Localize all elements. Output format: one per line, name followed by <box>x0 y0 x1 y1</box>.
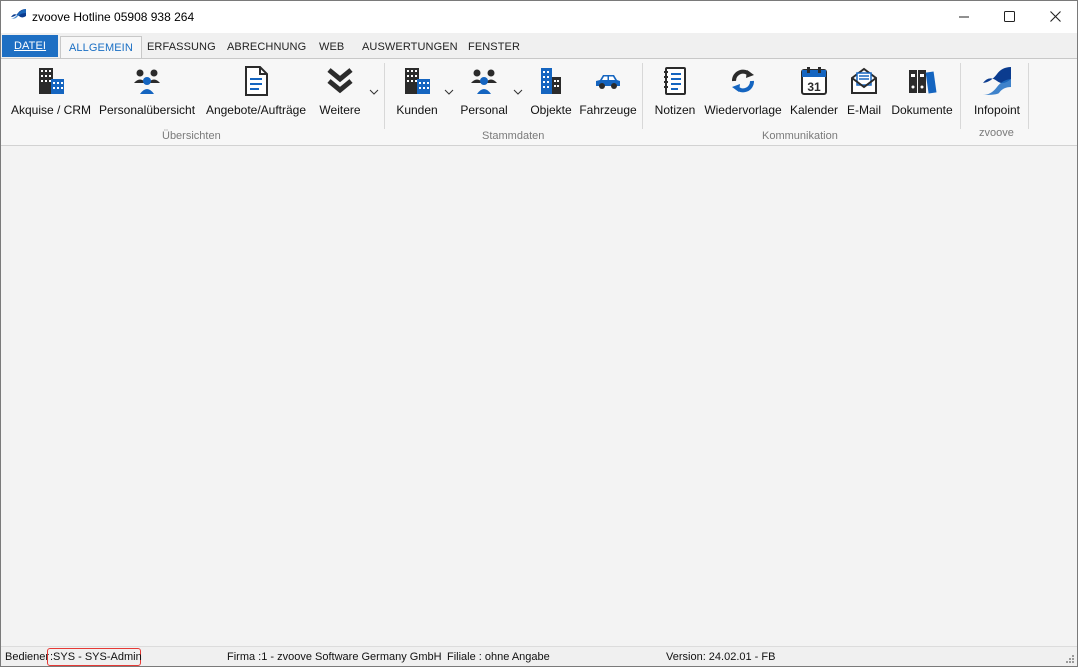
akquise-crm-button[interactable]: Akquise / CRM <box>9 63 93 123</box>
people-group-icon <box>134 69 160 94</box>
people-group-icon <box>471 69 497 94</box>
window-title: zvoove Hotline 05908 938 264 <box>32 10 195 24</box>
mdi-workspace[interactable] <box>1 147 1077 646</box>
tab-web[interactable]: WEB <box>311 36 352 58</box>
double-chevron-down-icon <box>327 68 353 94</box>
close-icon <box>1049 11 1061 22</box>
group-separator <box>384 63 385 129</box>
refresh-arrows-icon <box>732 69 754 93</box>
personal-button[interactable]: Personal <box>458 63 510 123</box>
tab-fenster[interactable]: FENSTER <box>460 36 528 58</box>
status-version: Version: 24.02.01 - FB <box>666 651 776 663</box>
resize-grip-icon[interactable] <box>1064 653 1074 663</box>
zvoove-app-icon <box>11 9 26 24</box>
dokumente-button[interactable]: Dokumente <box>889 63 955 123</box>
tab-datei[interactable]: DATEI <box>2 35 59 57</box>
minimize-button[interactable] <box>941 1 987 32</box>
notizen-label: Notizen <box>654 103 696 117</box>
status-firma: Firma :1 - zvoove Software Germany GmbH <box>227 651 442 663</box>
objekte-button[interactable]: Objekte <box>528 63 574 123</box>
personal-dropdown-icon[interactable] <box>513 88 523 96</box>
minimize-icon <box>959 16 969 17</box>
infopoint-button[interactable]: Infopoint <box>968 63 1026 123</box>
title-bar[interactable]: zvoove Hotline 05908 938 264 <box>1 1 1077 33</box>
personaluebersicht-label: Personalübersicht <box>98 103 196 117</box>
tab-erfassung[interactable]: ERFASSUNG <box>139 36 224 58</box>
maximize-button[interactable] <box>986 1 1032 32</box>
group-label-kommunikation: Kommunikation <box>762 130 838 142</box>
close-button[interactable] <box>1032 1 1078 32</box>
envelope-icon <box>851 67 877 94</box>
personal-label: Personal <box>460 103 508 117</box>
office-tower-icon <box>541 68 561 94</box>
weitere-dropdown-icon[interactable] <box>369 88 379 96</box>
weitere-button[interactable]: Weitere <box>315 63 365 123</box>
zvoove-logo-icon <box>983 67 1011 95</box>
status-bar: Bediener :SYS - SYS-Admin Firma :1 - zvo… <box>1 646 1077 666</box>
building-icon <box>405 68 430 94</box>
group-label-uebersichten: Übersichten <box>162 130 221 142</box>
ribbon-tab-bar: DATEI ALLGEMEIN ERFASSUNG ABRECHNUNG WEB… <box>1 33 1077 59</box>
dokumente-label: Dokumente <box>891 103 953 117</box>
car-icon <box>596 75 620 89</box>
infopoint-label: Infopoint <box>973 103 1021 117</box>
wiedervorlage-label: Wiedervorlage <box>704 103 782 117</box>
angebote-auftraege-label: Angebote/Aufträge <box>205 103 307 117</box>
group-label-stammdaten: Stammdaten <box>482 130 545 142</box>
weitere-label: Weitere <box>319 103 361 117</box>
wiedervorlage-button[interactable]: Wiedervorlage <box>702 63 784 123</box>
kunden-label: Kunden <box>396 103 438 117</box>
status-filiale: Filiale : ohne Angabe <box>447 651 550 663</box>
group-label-zvoove: zvoove <box>979 127 1014 139</box>
app-window: zvoove Hotline 05908 938 264 DATEI ALLGE… <box>0 0 1078 667</box>
group-separator <box>960 63 961 129</box>
fahrzeuge-label: Fahrzeuge <box>579 103 637 117</box>
binders-icon <box>909 70 937 94</box>
group-separator <box>642 63 643 129</box>
status-user-label: Bediener <box>5 651 50 663</box>
objekte-label: Objekte <box>530 103 572 117</box>
kunden-button[interactable]: Kunden <box>392 63 442 123</box>
building-icon <box>39 68 64 94</box>
kunden-dropdown-icon[interactable] <box>444 88 454 96</box>
tab-allgemein[interactable]: ALLGEMEIN <box>60 36 142 59</box>
kalender-label: Kalender <box>789 103 839 117</box>
calendar-icon: 31 <box>801 67 827 95</box>
tab-abrechnung[interactable]: ABRECHNUNG <box>219 36 314 58</box>
ribbon-panel: Akquise / CRM Personalübersicht Angebote… <box>1 58 1077 146</box>
document-icon <box>245 66 268 96</box>
kalender-button[interactable]: 31 Kalender <box>789 63 839 123</box>
calendar-day-text: 31 <box>807 80 821 94</box>
fahrzeuge-button[interactable]: Fahrzeuge <box>579 63 637 123</box>
notepad-icon <box>664 67 686 95</box>
group-separator <box>1028 63 1029 129</box>
tab-auswertungen[interactable]: AUSWERTUNGEN <box>354 36 466 58</box>
notizen-button[interactable]: Notizen <box>651 63 699 123</box>
maximize-icon <box>1003 11 1015 22</box>
email-button[interactable]: E-Mail <box>844 63 884 123</box>
status-user-value: :SYS - SYS-Admin <box>50 651 142 663</box>
angebote-auftraege-button[interactable]: Angebote/Aufträge <box>202 63 310 123</box>
akquise-crm-label: Akquise / CRM <box>10 103 92 117</box>
personaluebersicht-button[interactable]: Personalübersicht <box>97 63 197 123</box>
email-label: E-Mail <box>846 103 881 117</box>
